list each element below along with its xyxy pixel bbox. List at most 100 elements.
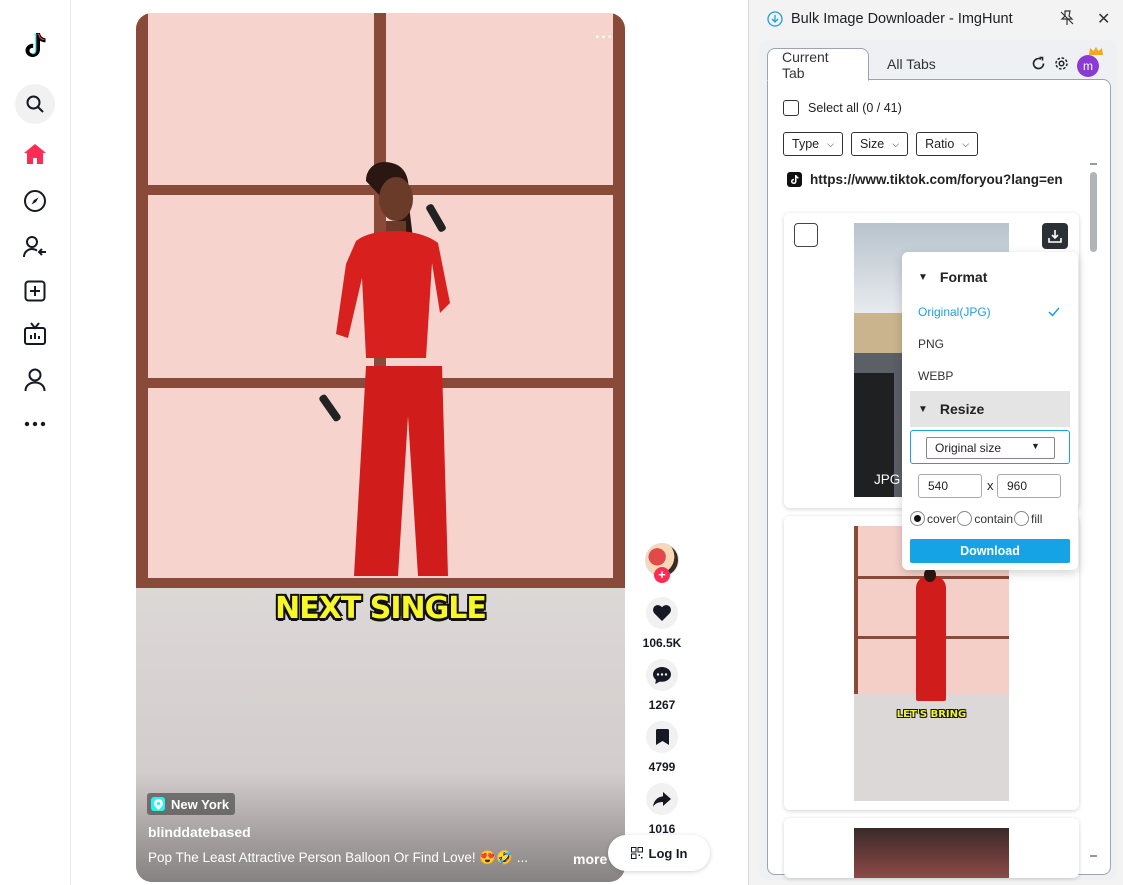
tab-all-tabs[interactable]: All Tabs — [873, 48, 950, 80]
chevron-down-icon: ⌵ — [827, 138, 834, 149]
filter-label: Ratio — [925, 137, 955, 151]
download-circle-icon — [767, 11, 783, 27]
like-count: 106.5K — [642, 636, 682, 650]
height-input[interactable]: 960 — [997, 474, 1061, 498]
tab-current-tab[interactable]: Current Tab — [767, 48, 869, 81]
save-count: 4799 — [648, 760, 676, 774]
login-button[interactable]: Log In — [608, 835, 710, 871]
image-download-button[interactable] — [1042, 223, 1068, 249]
select-all-checkbox[interactable]: Select all (0 / 41) — [783, 100, 902, 116]
speaker-figure — [319, 161, 450, 576]
filter-bar: Type ⌵ Size ⌵ Ratio ⌵ — [783, 132, 979, 156]
bookmark-icon — [655, 729, 669, 745]
image-checkbox[interactable] — [794, 223, 818, 247]
live-icon[interactable] — [15, 314, 55, 354]
close-icon[interactable]: ✕ — [1097, 9, 1110, 29]
refresh-icon[interactable] — [1031, 56, 1046, 76]
width-input[interactable]: 540 — [918, 474, 982, 498]
video-caption: NEXT SINGLE — [275, 591, 487, 626]
video-menu-button[interactable]: ··· — [595, 29, 614, 47]
filter-type-dropdown[interactable]: Type ⌵ — [783, 132, 843, 156]
dimension-separator: x — [987, 478, 994, 493]
heart-icon — [653, 605, 671, 621]
unpin-icon[interactable] — [1059, 10, 1075, 31]
triangle-down-icon: ▼ — [918, 271, 928, 283]
format-option-webp[interactable]: WEBP — [918, 369, 953, 383]
scrollbar-arrow-up[interactable] — [1090, 163, 1097, 165]
download-icon — [1048, 230, 1062, 243]
resize-select-container: Original size ▼ — [910, 430, 1070, 464]
location-label: New York — [171, 796, 230, 812]
search-icon[interactable] — [15, 84, 55, 124]
fit-radio-contain[interactable] — [957, 511, 973, 526]
image-type-label: JPG — [874, 472, 901, 487]
share-icon — [653, 791, 671, 807]
follow-button[interactable]: + — [654, 567, 670, 583]
filter-ratio-dropdown[interactable]: Ratio ⌵ — [916, 132, 979, 156]
explore-icon[interactable] — [15, 181, 55, 221]
author-name[interactable]: blinddatebased — [148, 824, 251, 840]
fit-label-fill: fill — [1031, 511, 1043, 526]
caret-down-icon: ▼ — [1031, 441, 1040, 451]
share-button[interactable] — [646, 783, 678, 815]
following-icon[interactable] — [15, 227, 55, 267]
select-all-label: Select all (0 / 41) — [808, 101, 902, 115]
settings-gear-icon[interactable] — [1054, 56, 1069, 76]
video-player[interactable]: NEXT SINGLE ··· New York blinddatebased … — [136, 13, 625, 882]
format-section-header[interactable]: ▼ Format — [910, 259, 1070, 295]
chevron-down-icon: ⌵ — [962, 138, 970, 149]
scrollbar-thumb[interactable] — [1090, 172, 1097, 252]
crown-icon — [1089, 47, 1103, 55]
more-link[interactable]: more — [573, 851, 607, 867]
comment-icon — [653, 666, 671, 684]
url-text: https://www.tiktok.com/foryou?lang=en — [810, 172, 1063, 187]
upload-icon[interactable] — [15, 271, 55, 311]
format-option-png[interactable]: PNG — [918, 337, 944, 351]
checkbox[interactable] — [783, 100, 799, 116]
user-initial: m — [1083, 59, 1093, 73]
fit-label-contain: contain — [974, 511, 1014, 526]
profile-icon[interactable] — [15, 360, 55, 400]
format-option-original[interactable]: Original(JPG) — [918, 305, 991, 319]
filter-size-dropdown[interactable]: Size ⌵ — [850, 132, 909, 156]
more-icon[interactable] — [15, 404, 55, 444]
comment-button[interactable] — [646, 659, 678, 691]
comment-count: 1267 — [648, 698, 676, 712]
check-icon — [1048, 304, 1060, 322]
login-label: Log In — [648, 845, 688, 861]
panel-toolbar: m — [1031, 47, 1103, 77]
panel-title-text: Bulk Image Downloader - ImgHunt — [791, 11, 1013, 27]
fit-radio-cover[interactable] — [910, 511, 925, 526]
tiktok-favicon-icon — [787, 172, 802, 187]
fit-mode-group: cover contain fill — [910, 511, 1042, 526]
panel-title: Bulk Image Downloader - ImgHunt — [767, 11, 1013, 27]
home-icon[interactable] — [15, 134, 55, 174]
fit-label-cover: cover — [927, 511, 957, 526]
format-label: Format — [939, 269, 988, 285]
location-pin-icon — [151, 797, 165, 811]
creator-avatar[interactable]: + — [645, 543, 679, 583]
tiktok-logo-icon[interactable] — [15, 25, 55, 65]
qr-code-icon — [630, 847, 643, 859]
user-avatar[interactable]: m — [1077, 47, 1103, 77]
location-badge[interactable]: New York — [147, 793, 236, 815]
resize-size-select[interactable]: Original size ▼ — [926, 437, 1055, 459]
wall-frame — [136, 13, 148, 588]
fit-radio-fill[interactable] — [1014, 511, 1030, 526]
save-button[interactable] — [646, 721, 678, 753]
scrollbar-arrow-down[interactable] — [1090, 855, 1097, 857]
like-button[interactable] — [646, 597, 678, 629]
download-options-popup: ▼ Format Original(JPG) PNG WEBP ▼ Resize… — [902, 252, 1078, 570]
resize-label: Resize — [939, 401, 985, 417]
video-description: Pop The Least Attractive Person Balloon … — [148, 850, 529, 865]
image-card[interactable] — [784, 818, 1079, 878]
wall-frame — [613, 13, 625, 588]
size-option-label: Original size — [935, 441, 1002, 455]
source-url: https://www.tiktok.com/foryou?lang=en — [787, 172, 1063, 187]
filter-label: Type — [792, 137, 820, 151]
image-thumbnail — [854, 828, 1009, 878]
left-nav — [0, 0, 71, 885]
resize-section-header[interactable]: ▼ Resize — [910, 391, 1070, 427]
chevron-down-icon: ⌵ — [892, 138, 900, 149]
download-button[interactable]: Download — [910, 539, 1070, 563]
